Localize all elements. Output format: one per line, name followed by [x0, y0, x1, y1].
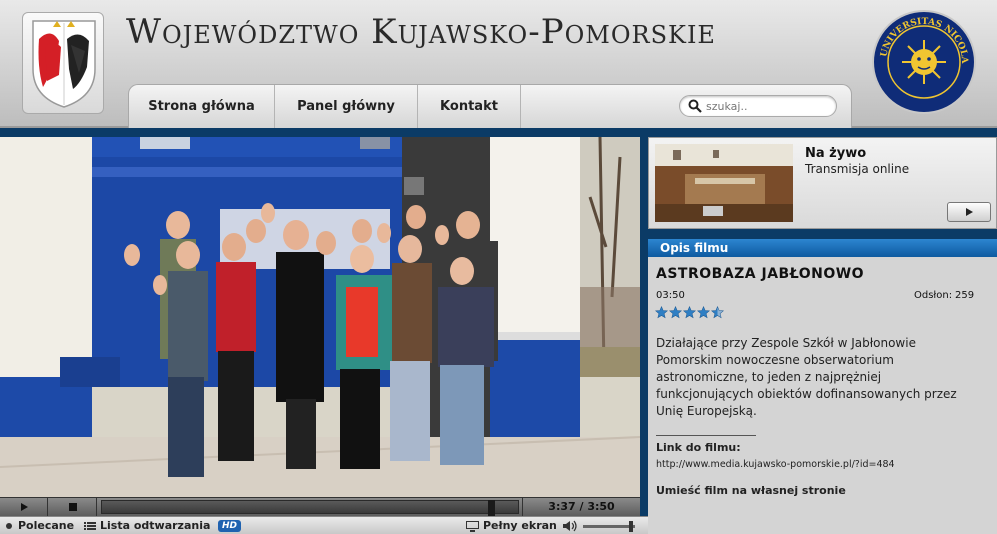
- star-icon[interactable]: [683, 306, 696, 319]
- list-icon: [84, 522, 96, 530]
- play-icon: [20, 503, 28, 511]
- speaker-icon[interactable]: [562, 520, 578, 532]
- star-icon[interactable]: [697, 306, 710, 319]
- monitor-icon: [466, 520, 479, 532]
- eagle-griffin-icon: [32, 20, 96, 108]
- film-duration: 03:50: [656, 290, 685, 301]
- live-play-button[interactable]: [947, 202, 991, 222]
- seek-bar[interactable]: [101, 500, 519, 516]
- main-navigation: Strona główna Panel główny Kontakt: [128, 84, 852, 128]
- star-icon[interactable]: [669, 306, 682, 319]
- divider: [656, 435, 756, 436]
- link-label: Link do filmu:: [656, 441, 741, 454]
- film-link[interactable]: http://www.media.kujawsko-pomorskie.pl/?…: [656, 459, 895, 470]
- search-box: [679, 95, 837, 117]
- live-subtitle: Transmisja online: [805, 162, 910, 176]
- fullscreen-button[interactable]: Pełny ekran: [466, 519, 557, 533]
- seek-handle[interactable]: [488, 500, 495, 516]
- rating-stars[interactable]: [655, 306, 724, 319]
- play-icon: [966, 208, 973, 216]
- search-input[interactable]: [706, 98, 832, 114]
- live-thumbnail[interactable]: [655, 144, 793, 222]
- description-header: Opis filmu: [648, 239, 997, 257]
- site-header: Województwo Kujawsko-Pomorskie UNIVERSIT…: [0, 0, 997, 128]
- film-description: Działające przy Zespole Szkół w Jabłonow…: [656, 336, 957, 418]
- nav-main-panel[interactable]: Panel główny: [275, 85, 418, 128]
- playlist-button[interactable]: Lista odtwarzania: [84, 519, 210, 533]
- site-title: Województwo Kujawsko-Pomorskie: [126, 12, 716, 52]
- stop-icon: [68, 503, 77, 511]
- stop-button[interactable]: [49, 498, 97, 516]
- volume-slider[interactable]: [583, 521, 635, 532]
- playlist-label: Lista odtwarzania: [100, 519, 211, 532]
- video-frame[interactable]: [0, 137, 640, 497]
- university-seal-logo[interactable]: UNIVERSITAS NICOLAI COPERNICI · TORUN: [872, 10, 976, 114]
- coat-of-arms-logo[interactable]: [22, 12, 104, 114]
- dot-icon: [6, 523, 12, 529]
- hd-badge[interactable]: HD: [218, 520, 242, 532]
- live-title: Na żywo: [805, 146, 867, 161]
- right-sidebar: Na żywo Transmisja online Opis filmu AST…: [648, 137, 997, 534]
- views-label: Odsłon:: [914, 290, 953, 301]
- nav-contact[interactable]: Kontakt: [418, 85, 521, 128]
- nav-home[interactable]: Strona główna: [129, 85, 275, 128]
- play-button[interactable]: [0, 498, 48, 516]
- timecode: 3:37 / 3:50: [522, 498, 640, 516]
- description-panel: ASTROBAZA JABŁONOWO 03:50 Odsłon: 259 Dz…: [648, 257, 997, 534]
- recommended-button[interactable]: Polecane: [4, 519, 74, 533]
- search-icon[interactable]: [688, 99, 702, 113]
- star-icon[interactable]: [655, 306, 668, 319]
- fullscreen-label: Pełny ekran: [483, 519, 557, 532]
- player-bottom-bar: Polecane Lista odtwarzania HD Pełny ekra…: [0, 516, 648, 534]
- video-still-image: [0, 137, 640, 497]
- film-title: ASTROBAZA JABŁONOWO: [656, 266, 865, 282]
- live-stream-box[interactable]: Na żywo Transmisja online: [648, 137, 997, 229]
- embed-link[interactable]: Umieść film na własnej stronie: [656, 484, 846, 497]
- recommended-label: Polecane: [18, 519, 75, 532]
- player-controls: 3:37 / 3:50: [0, 497, 640, 516]
- views-count: 259: [955, 290, 975, 301]
- volume-knob[interactable]: [629, 521, 633, 532]
- star-icon[interactable]: [711, 306, 724, 319]
